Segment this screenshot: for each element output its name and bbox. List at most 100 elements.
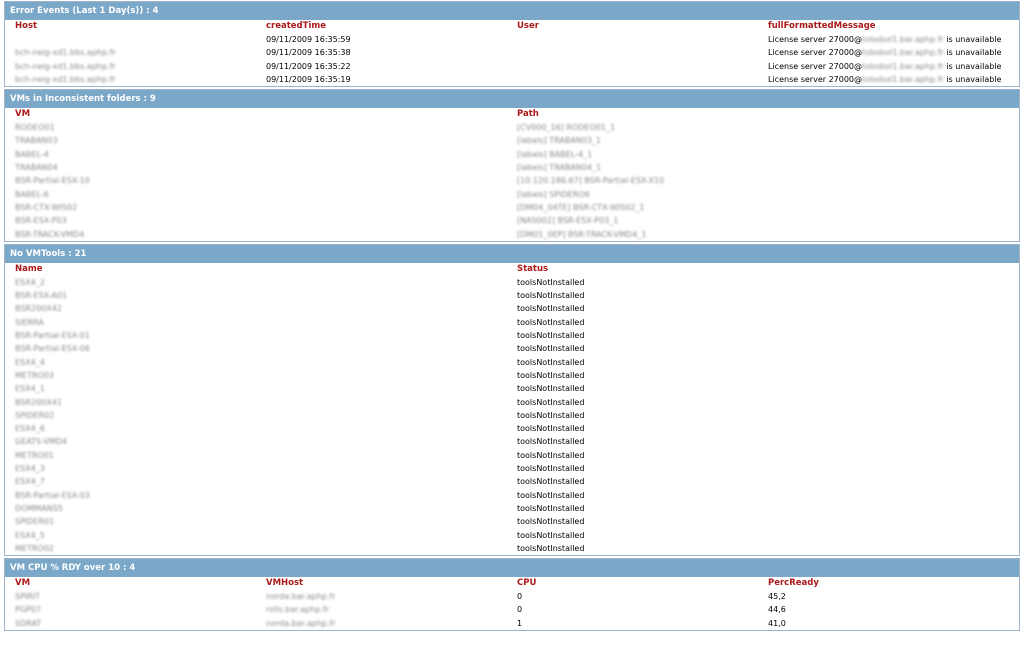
table-row: ESX4_7 toolsNotInstalled	[5, 475, 1019, 488]
table-header-row: VM Path	[5, 108, 1019, 121]
user-cell	[507, 33, 758, 46]
table-row: BSR200X42 toolsNotInstalled	[5, 302, 1019, 315]
column-header-vm: VM	[15, 109, 31, 120]
no-vmtools-table: Name Status ESX4_2 toolsNotInstalled BSR-E…	[5, 263, 1019, 555]
message-prefix: License server 27000@	[768, 48, 863, 58]
table-header-row: Name Status	[5, 263, 1019, 276]
path-cell: [labels] TRABAN03_1	[517, 136, 602, 146]
name-cell: BSR200X41	[15, 397, 62, 407]
table-row: SPIDER02 toolsNotInstalled	[5, 409, 1019, 422]
message-cell: License server 27000@tobobol1.bar.aphp.f…	[758, 33, 1019, 46]
table-row: bch-neig-xd1.bbs.aphp.fr 09/11/2009 16:35…	[5, 73, 1019, 86]
message-license-host: tobobol1.bar.aphp.fr	[862, 35, 944, 44]
name-cell: BSR-Partial-ESX-03	[15, 490, 90, 500]
name-cell: ESX4_4	[15, 357, 45, 367]
name-cell: METRO03	[15, 370, 54, 380]
status-cell: toolsNotInstalled	[517, 304, 585, 314]
vm-cell: BABEL-4	[15, 149, 49, 159]
vm-cell: PGP07	[15, 605, 42, 615]
message-suffix: is unavailable	[943, 48, 1002, 58]
table-row: BSR-Partial-ESX-03 toolsNotInstalled	[5, 489, 1019, 502]
status-cell: toolsNotInstalled	[517, 450, 585, 460]
message-license-host: tobobol1.bar.aphp.fr	[862, 74, 944, 84]
path-cell: [DM04_04TE] BSR-CTX-WIS02_1	[517, 202, 645, 212]
inconsistent-folders-table: VM Path RODEO01 [CV000_16] RODEO01_1 TRABA…	[5, 108, 1019, 241]
table-row: METRO02 toolsNotInstalled	[5, 542, 1019, 555]
table-row: ESX4_5 toolsNotInstalled	[5, 529, 1019, 542]
message-suffix: is unavailable	[943, 35, 1002, 44]
path-cell: [10.120.186.67] BSR-Partial-ESX-X10	[517, 176, 665, 186]
table-row: ESX4_6 toolsNotInstalled	[5, 422, 1019, 435]
status-cell: toolsNotInstalled	[517, 464, 585, 474]
column-header-cpu: CPU	[517, 578, 537, 589]
table-row: SPIDER01 toolsNotInstalled	[5, 515, 1019, 528]
column-header-perc-ready: PercReady	[768, 578, 819, 589]
table-row: RODEO01 [CV000_16] RODEO01_1	[5, 121, 1019, 134]
name-cell: BSR-Partial-ESX-06	[15, 344, 90, 354]
perc-ready-cell: 41,0	[768, 618, 786, 628]
message-cell: License server 27000@tobobol1.bar.aphp.f…	[758, 60, 1019, 73]
path-cell: [labels] TRABAN04_1	[517, 163, 602, 173]
message-suffix: is unavailable	[943, 74, 1002, 84]
table-row: TRABAN03 [labels] TRABAN03_1	[5, 134, 1019, 147]
vmhost-cell: norda.bar.aphp.fr	[266, 592, 336, 602]
table-row: 09/11/2009 16:35:59 License server 27000@…	[5, 33, 1019, 46]
status-cell: toolsNotInstalled	[517, 357, 585, 367]
table-row: SPIRIT norda.bar.aphp.fr 0 45,2	[5, 590, 1019, 603]
section-title: Error Events (Last 1 Day(s)) : 4	[5, 2, 1019, 20]
inconsistent-folders-section: VMs in Inconsistent folders : 9 VM Path …	[4, 89, 1020, 242]
message-prefix: License server 27000@	[768, 61, 863, 71]
column-header-user: User	[517, 21, 539, 31]
name-cell: METRO02	[15, 543, 54, 553]
status-cell: toolsNotInstalled	[517, 317, 585, 327]
table-row: SIERRA toolsNotInstalled	[5, 316, 1019, 329]
created-time-cell: 09/11/2009 16:35:38	[266, 48, 351, 58]
column-header-vm: VM	[15, 578, 31, 589]
vm-cell: TRABAN03	[15, 136, 58, 146]
vmhost-cell: norda.bar.aphp.fr	[266, 618, 336, 628]
column-header-status: Status	[517, 263, 549, 274]
vmhost-cell: rolls.bar.aphp.fr	[266, 605, 330, 615]
status-cell: toolsNotInstalled	[517, 397, 585, 407]
table-row: bch-neig-xd1.bbs.aphp.fr 09/11/2009 16:35…	[5, 60, 1019, 73]
created-time-cell: 09/11/2009 16:35:19	[266, 74, 351, 84]
path-cell: [labels] SPIDERO6	[517, 189, 590, 199]
column-header-vmhost: VMHost	[266, 578, 304, 589]
perc-ready-cell: 44,6	[768, 605, 786, 615]
name-cell: SPIDER02	[15, 410, 55, 420]
name-cell: ESX4_1	[15, 384, 45, 394]
no-vmtools-section: No VMTools : 21 Name Status ESX4_2 toolsN…	[4, 243, 1020, 557]
name-cell: GEATS-VMD4	[15, 437, 68, 447]
cpu-cell: 1	[517, 618, 523, 628]
user-cell	[507, 60, 758, 73]
table-row: ESX4_3 toolsNotInstalled	[5, 462, 1019, 475]
vm-cell: SDRAT	[15, 618, 42, 628]
table-row: SDRAT norda.bar.aphp.fr 1 41,0	[5, 617, 1019, 630]
name-cell: BSR-ESX-A01	[15, 291, 68, 301]
host-cell: bch-neig-xd1.bbs.aphp.fr	[15, 74, 116, 84]
status-cell: toolsNotInstalled	[517, 530, 585, 540]
status-cell: toolsNotInstalled	[517, 384, 585, 394]
table-row: BSR-Partial-ESX-06 toolsNotInstalled	[5, 342, 1019, 355]
name-cell: ESX4_7	[15, 477, 45, 487]
message-license-host: tobobol1.bar.aphp.fr	[862, 48, 944, 58]
vm-cell: SPIRIT	[15, 592, 41, 602]
table-row: ESX4_4 toolsNotInstalled	[5, 356, 1019, 369]
vm-cpu-ready-table: VM VMHost CPU PercReady SPIRIT norda.bar.…	[5, 577, 1019, 630]
table-row: bch-neig-xd1.bbs.aphp.fr 09/11/2009 16:35…	[5, 46, 1019, 59]
name-cell: ESX4_6	[15, 424, 45, 434]
status-cell: toolsNotInstalled	[517, 543, 585, 553]
path-cell: [CV000_16] RODEO01_1	[517, 123, 615, 133]
user-cell	[507, 46, 758, 59]
table-row: BSR-TRACK-VMD4 [DM01_0EP] BSR-TRACK-VMD4_…	[5, 228, 1019, 241]
column-header-path: Path	[517, 109, 539, 120]
vm-cell: BSR-ESX-P03	[15, 216, 67, 226]
name-cell: ESX4_3	[15, 464, 45, 474]
path-cell: [DM01_0EP] BSR-TRACK-VMD4_1	[517, 229, 647, 239]
status-cell: toolsNotInstalled	[517, 437, 585, 447]
status-cell: toolsNotInstalled	[517, 344, 585, 354]
name-cell: BSR-Partial-ESX-01	[15, 331, 90, 341]
vm-cell: BSR-Partial-ESX-10	[15, 176, 90, 186]
table-row: GEATS-VMD4 toolsNotInstalled	[5, 435, 1019, 448]
status-cell: toolsNotInstalled	[517, 370, 585, 380]
